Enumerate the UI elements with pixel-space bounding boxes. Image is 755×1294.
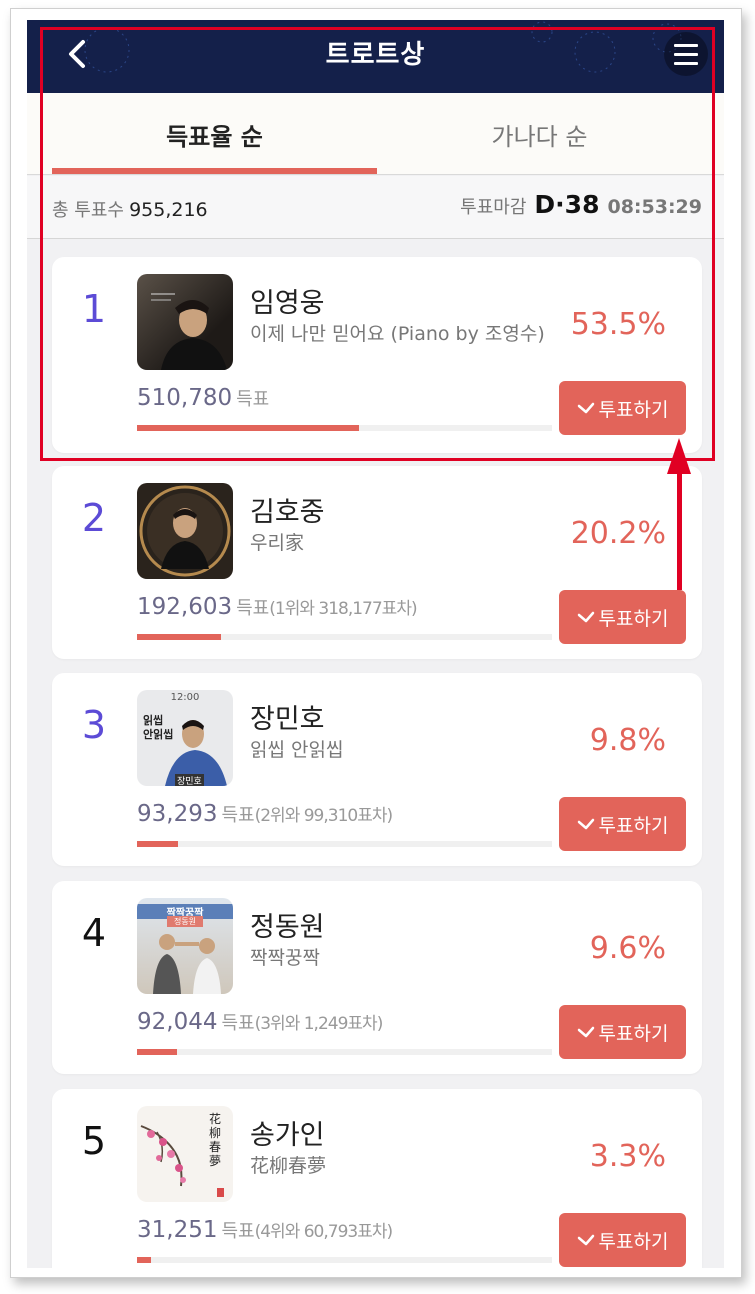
vote-progress-fill	[137, 1049, 177, 1055]
vote-count: 192,603 득표(1위와 318,177표차)	[137, 594, 418, 620]
vote-count-unit: 득표	[221, 805, 255, 826]
album-cover: 花柳春夢	[137, 1106, 233, 1202]
vote-count: 93,293 득표(2위와 99,310표차)	[137, 801, 394, 827]
vote-count-unit: 득표	[236, 598, 270, 619]
vote-count: 92,044 득표(3위와 1,249표차)	[137, 1009, 384, 1035]
vote-count-number: 192,603	[137, 594, 233, 620]
album-cover-name: 장민호	[175, 774, 204, 786]
vote-progress-fill	[137, 1257, 151, 1263]
candidate-card: 4 짝짝꿍짝 정동원 정동원 짝짝꿍짝 9.6% 92,044 득표(3위와 1,…	[52, 881, 702, 1074]
checkmark-icon	[577, 1026, 594, 1038]
vote-percentage: 20.2%	[570, 516, 666, 551]
song-title: 花柳春夢	[250, 1155, 327, 1177]
candidate-name: 송가인	[250, 1120, 325, 1151]
song-title: 읽씹 안읽씹	[250, 739, 344, 761]
checkmark-icon	[577, 1234, 594, 1246]
album-art-portrait	[153, 934, 221, 994]
vote-button[interactable]: 투표하기	[559, 797, 686, 851]
vote-progress-bar	[137, 841, 552, 847]
vote-gap: (1위와 318,177표차)	[269, 599, 417, 619]
vote-gap: (3위와 1,249표차)	[254, 1014, 384, 1034]
rank-number: 5	[81, 1119, 107, 1163]
highlight-box	[40, 27, 715, 461]
vote-progress-bar	[137, 634, 552, 640]
album-cover: 짝짝꿍짝 정동원	[137, 898, 233, 994]
vote-count-unit: 득표	[221, 1013, 255, 1034]
vote-gap: (2위와 99,310표차)	[254, 806, 394, 826]
candidate-name: 정동원	[250, 912, 325, 943]
vote-button[interactable]: 투표하기	[559, 590, 686, 644]
annotation-arrow-head	[667, 438, 691, 474]
checkmark-icon	[577, 818, 594, 830]
candidate-name: 장민호	[250, 704, 325, 735]
vote-button-label: 투표하기	[598, 814, 669, 837]
candidate-card: 3 12:00 읽씹 안읽씹 장민호 장민호 읽씹 안읽씹 9.8% 93,29…	[52, 673, 702, 866]
rank-number: 3	[81, 703, 107, 747]
candidate-card: 5 花柳春夢 송가인 花柳春夢 3.3% 31,251 득표(4위와 60,793…	[52, 1089, 702, 1268]
vote-percentage: 9.6%	[589, 931, 666, 966]
vote-button-label: 투표하기	[598, 607, 669, 630]
rank-number: 4	[81, 911, 107, 955]
vote-button-label: 투표하기	[598, 1022, 669, 1045]
vote-progress-fill	[137, 841, 178, 847]
vote-percentage: 3.3%	[589, 1139, 666, 1174]
rank-number: 2	[81, 496, 107, 540]
album-cover-calligraphy: 花柳春夢	[209, 1112, 222, 1168]
album-art-portrait	[139, 485, 231, 577]
vote-count-number: 93,293	[137, 801, 218, 827]
vote-count-unit: 득표	[221, 1221, 255, 1242]
album-cover	[137, 483, 233, 579]
vote-progress-bar	[137, 1257, 552, 1263]
vote-button[interactable]: 투표하기	[559, 1213, 686, 1267]
album-art-portrait	[165, 720, 227, 786]
candidate-name: 김호중	[250, 497, 325, 528]
checkmark-icon	[577, 611, 594, 623]
vote-count-number: 31,251	[137, 1217, 218, 1243]
vote-button[interactable]: 투표하기	[559, 1005, 686, 1059]
annotation-arrow-shaft	[677, 470, 682, 590]
vote-count-number: 92,044	[137, 1009, 218, 1035]
candidate-card: 2 김호중 우리家 20.2% 192,603 득표(1위와 318,177표차)…	[52, 466, 702, 659]
vote-count: 31,251 득표(4위와 60,793표차)	[137, 1217, 394, 1243]
vote-gap: (4위와 60,793표차)	[254, 1222, 394, 1242]
vote-progress-fill	[137, 634, 221, 640]
song-title: 우리家	[250, 532, 304, 554]
vote-progress-bar	[137, 1049, 552, 1055]
song-title: 짝짝꿍짝	[250, 947, 320, 969]
vote-button-label: 투표하기	[598, 1230, 669, 1253]
vote-percentage: 9.8%	[589, 723, 666, 758]
album-cover: 12:00 읽씹 안읽씹 장민호	[137, 690, 233, 786]
